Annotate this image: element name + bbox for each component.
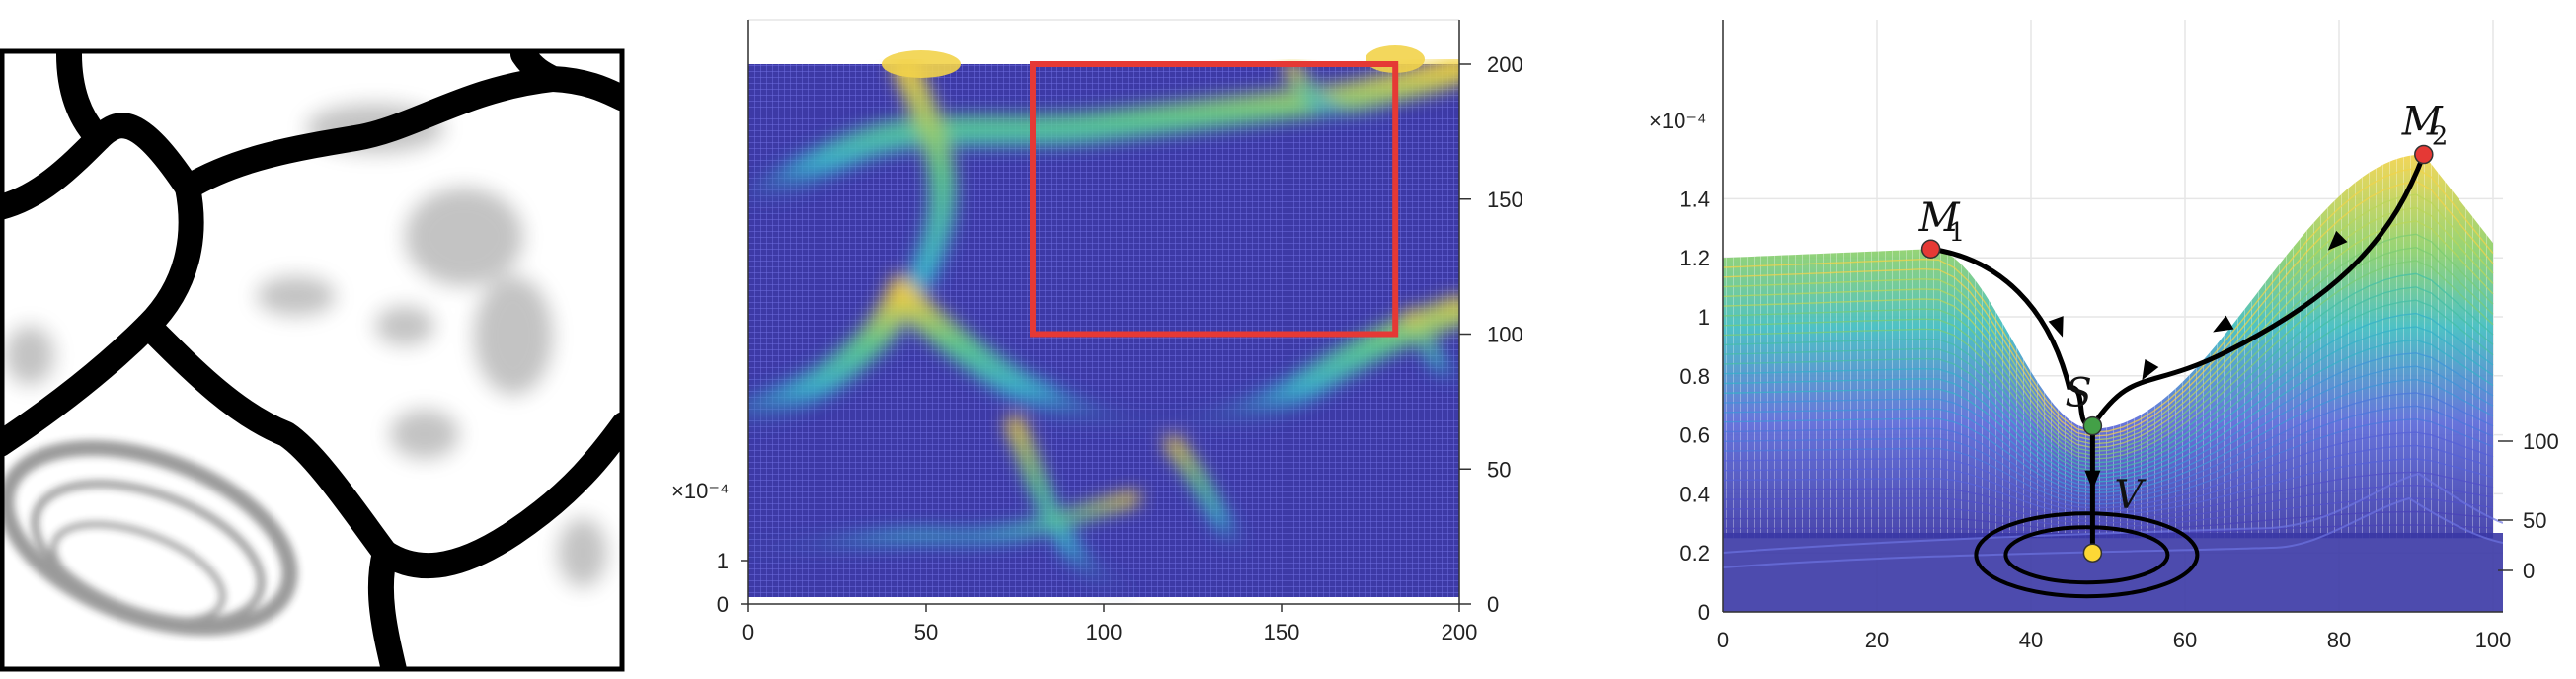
y-tick-label: 200 — [1487, 52, 1523, 77]
y-tick-label: 0 — [1487, 592, 1499, 617]
surface-plot-full: 0 50 100 150 200 0 50 100 150 200 0 1 ×10⁻⁴ — [671, 19, 1523, 644]
y-tick-label: 0 — [2523, 559, 2535, 583]
x-tick-label: 100 — [1086, 620, 1123, 644]
x-tick-label: 0 — [742, 620, 754, 644]
x-tick-label: 0 — [1717, 628, 1729, 652]
z-tick-label: 1 — [1698, 305, 1710, 330]
x-tick-label: 40 — [2019, 628, 2043, 652]
point-subscript: 2 — [2432, 122, 2449, 152]
point-v — [2082, 543, 2103, 563]
mesh-surface — [748, 59, 1459, 604]
point-s — [2082, 415, 2103, 436]
z-tick-label: 0.8 — [1679, 364, 1710, 389]
x-tick-label: 80 — [2327, 628, 2351, 652]
z-exponent-label: ×10⁻⁴ — [671, 479, 729, 503]
point-label: S — [2065, 371, 2091, 416]
x-tick-label: 200 — [1442, 620, 1478, 644]
z-tick-label: 0 — [1698, 600, 1710, 625]
z-tick-label: 0 — [717, 592, 729, 617]
surface-panel-zoom: M1M2SV 0 20 40 60 80 100 0 0.2 0.4 0.6 0.8 1 1.2 1.4 0… — [1629, 0, 2576, 674]
surface-plot-zoom: M1M2SV 0 20 40 60 80 10000.20.40.60.811.21.40… — [1649, 20, 2559, 652]
x-tick-label: 60 — [2173, 628, 2197, 652]
probability-map — [0, 48, 625, 672]
z-exponent-label: ×10⁻⁴ — [1649, 109, 1706, 133]
z-tick-label: 0.6 — [1679, 423, 1710, 448]
y-tick-label: 100 — [2523, 429, 2559, 454]
z-tick-label: 1.4 — [1679, 187, 1710, 211]
z-tick-label: 1.2 — [1679, 246, 1710, 270]
y-tick-label: 100 — [1487, 323, 1523, 347]
y-tick-label: 50 — [1487, 457, 1511, 482]
x-tick-label: 20 — [1865, 628, 1889, 652]
x-tick-label: 100 — [2475, 628, 2512, 652]
x-tick-label: 50 — [914, 620, 938, 644]
probability-map-panel — [0, 0, 632, 674]
y-tick-label: 50 — [2523, 508, 2546, 533]
point-subscript: 1 — [1949, 218, 1966, 248]
z-tick-label: 1 — [717, 549, 729, 573]
surface-panel-full: 0 50 100 150 200 0 50 100 150 200 0 1 ×10⁻⁴ — [660, 0, 1578, 674]
y-tick-label: 150 — [1487, 188, 1523, 212]
point-m1 — [1920, 239, 1941, 259]
point-m2 — [2414, 144, 2434, 165]
point-label: V — [2114, 473, 2147, 518]
z-tick-label: 0.4 — [1679, 482, 1710, 506]
z-tick-label: 0.2 — [1679, 541, 1710, 566]
x-tick-label: 150 — [1264, 620, 1300, 644]
